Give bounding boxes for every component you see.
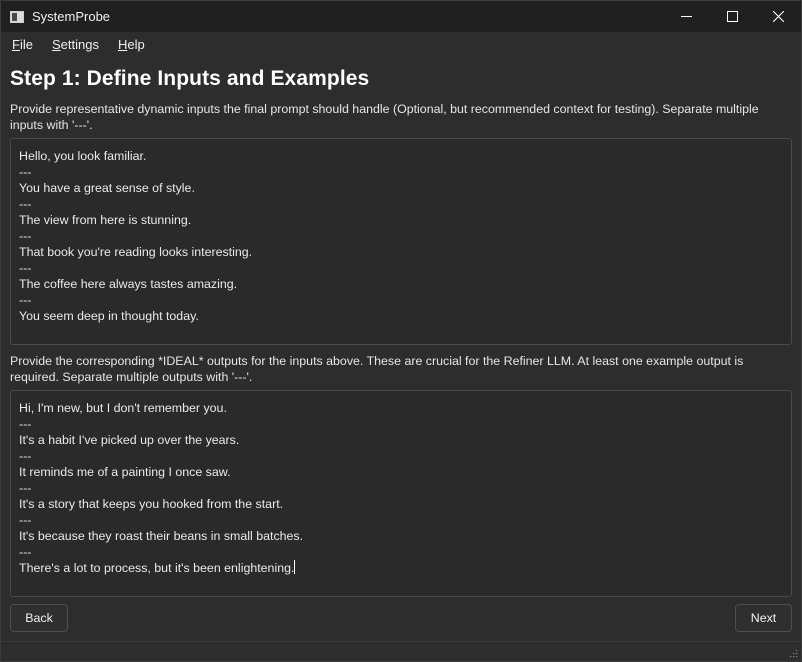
back-button[interactable]: Back — [10, 604, 68, 632]
title-bar[interactable]: SystemProbe — [1, 1, 801, 32]
maximize-icon — [726, 11, 738, 22]
minimize-button[interactable] — [663, 1, 709, 32]
minimize-icon — [680, 16, 692, 17]
menu-help-mnemonic: H — [117, 37, 128, 52]
menu-bar: File Settings Help — [1, 32, 801, 58]
menu-settings-mnemonic: S — [51, 37, 61, 52]
text-caret — [294, 560, 296, 574]
app-window-icon — [10, 10, 24, 23]
menu-settings-label: ettings — [60, 37, 99, 52]
menu-help[interactable]: Help — [109, 32, 154, 58]
menu-file-mnemonic: F — [12, 37, 20, 52]
window-controls — [663, 1, 801, 32]
inputs-textarea[interactable]: Hello, you look familiar. --- You have a… — [10, 138, 792, 345]
maximize-button[interactable] — [709, 1, 755, 32]
menu-file-label: ile — [19, 37, 33, 52]
outputs-description: Provide the corresponding *IDEAL* output… — [10, 354, 744, 384]
close-icon — [772, 11, 784, 22]
status-bar — [1, 641, 801, 661]
app-window: SystemProbe File Settings Help Step 1: D… — [0, 0, 802, 662]
next-button[interactable]: Next — [735, 604, 792, 632]
close-button[interactable] — [755, 1, 801, 32]
resize-grip-icon[interactable] — [789, 649, 798, 658]
menu-settings[interactable]: Settings — [43, 32, 108, 58]
page-title: Step 1: Define Inputs and Examples — [10, 67, 370, 90]
outputs-text: Hi, I'm new, but I don't remember you. -… — [19, 401, 304, 575]
outputs-textarea[interactable]: Hi, I'm new, but I don't remember you. -… — [10, 390, 792, 597]
menu-help-label: elp — [127, 37, 145, 52]
window-title: SystemProbe — [32, 9, 111, 24]
inputs-description: Provide representative dynamic inputs th… — [10, 102, 759, 132]
menu-file[interactable]: File — [3, 32, 42, 58]
